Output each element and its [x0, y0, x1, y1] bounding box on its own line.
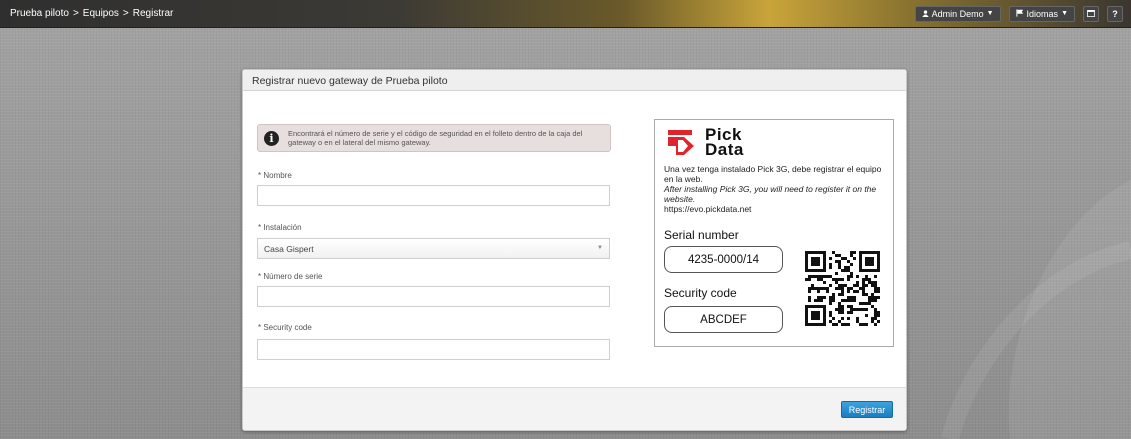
- panel-footer: Registrar: [243, 387, 906, 430]
- card-instructions: Una vez tenga instalado Pick 3G, debe re…: [664, 164, 886, 214]
- info-icon: i: [264, 130, 279, 146]
- language-menu-button[interactable]: Idiomas ▼: [1008, 5, 1075, 22]
- breadcrumb-item-equipos[interactable]: Equipos: [83, 8, 119, 19]
- register-gateway-panel: Registrar nuevo gateway de Prueba piloto…: [242, 69, 907, 431]
- help-label: ?: [1112, 8, 1118, 19]
- help-button[interactable]: ?: [1107, 5, 1123, 22]
- pickdata-logo-icon: [668, 130, 694, 155]
- qr-code-icon: [805, 251, 880, 326]
- info-alert: i Encontrará el número de serie y el cód…: [257, 124, 611, 152]
- window-icon: [1087, 9, 1095, 19]
- breadcrumb-separator: >: [122, 8, 129, 19]
- serial-number-title: Serial number: [664, 228, 739, 242]
- user-menu-button[interactable]: Admin Demo ▼: [914, 5, 1001, 22]
- pickdata-card-image: Pick Data Una vez tenga instalado Pick 3…: [654, 119, 894, 347]
- instalacion-selected-value: Casa Gispert: [264, 244, 314, 254]
- info-text: Encontrará el número de serie y el códig…: [288, 128, 583, 148]
- chevron-down-icon: ▼: [986, 10, 994, 17]
- breadcrumb: Prueba piloto > Equipos > Registrar: [10, 8, 173, 19]
- breadcrumb-item-registrar: Registrar: [132, 8, 174, 19]
- pickdata-logo: Pick Data: [666, 126, 766, 162]
- instalacion-label: * Instalación: [258, 223, 302, 232]
- card-text-en: After installing Pick 3G, you will need …: [664, 184, 877, 204]
- serial-number-value: 4235-0000/14: [664, 246, 783, 273]
- card-url: https://evo.pickdata.net: [664, 204, 752, 214]
- logo-line-data: Data: [705, 140, 744, 159]
- user-icon: [921, 9, 929, 19]
- security-code-label: * Security code: [258, 323, 312, 332]
- numero-serie-label: * Número de serie: [258, 272, 323, 281]
- chevron-down-icon: ▼: [1061, 10, 1068, 17]
- security-code-value: ABCDEF: [664, 306, 783, 333]
- window-button[interactable]: [1083, 5, 1099, 22]
- top-bar: Prueba piloto > Equipos > Registrar Admi…: [0, 0, 1131, 28]
- card-text-es: Una vez tenga instalado Pick 3G, debe re…: [664, 164, 882, 184]
- chevron-down-icon: ▼: [597, 245, 603, 251]
- numero-serie-input[interactable]: [257, 286, 610, 307]
- nombre-input[interactable]: [257, 185, 610, 206]
- breadcrumb-separator: >: [72, 8, 79, 19]
- panel-title: Registrar nuevo gateway de Prueba piloto: [243, 70, 906, 91]
- security-code-title: Security code: [664, 286, 737, 300]
- pickdata-logo-text: Pick Data: [705, 126, 744, 159]
- nombre-label: * Nombre: [258, 171, 292, 180]
- breadcrumb-item-prueba-piloto[interactable]: Prueba piloto: [10, 8, 69, 19]
- background-decoration: [941, 180, 1131, 439]
- registrar-button[interactable]: Registrar: [841, 401, 893, 418]
- user-menu-label: Admin Demo: [931, 8, 984, 19]
- instalacion-select[interactable]: Casa Gispert ▼: [257, 238, 610, 259]
- security-code-input[interactable]: [257, 339, 610, 360]
- flag-icon: [1015, 8, 1024, 19]
- language-menu-label: Idiomas: [1026, 8, 1059, 19]
